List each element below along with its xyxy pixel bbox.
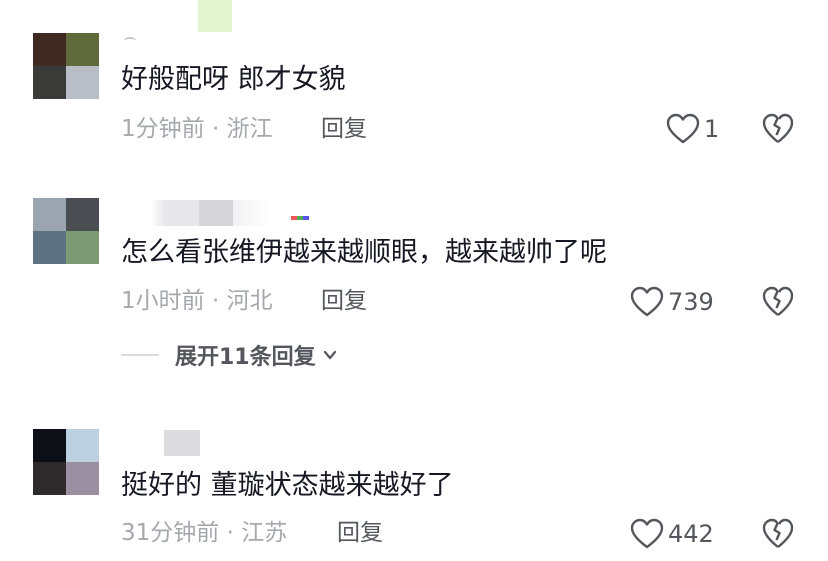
broken-heart-icon[interactable]: [762, 113, 794, 145]
comment-time: 31分钟前: [121, 520, 220, 546]
like-count: 442: [668, 520, 714, 548]
comment-meta: 1小时前 · 河北: [121, 286, 273, 316]
reply-button[interactable]: 回复: [321, 286, 367, 316]
comment-text: 好般配呀 郎才女貌: [121, 64, 346, 95]
expand-replies-label: 展开11条回复: [175, 345, 316, 370]
meta-separator: ·: [211, 116, 220, 142]
reply-button[interactable]: 回复: [337, 518, 383, 548]
avatar[interactable]: [33, 198, 99, 264]
heart-outline-icon: [666, 113, 700, 144]
heart-outline-icon: [630, 286, 664, 317]
expand-divider: [121, 354, 159, 356]
comment-meta: 31分钟前 · 江苏: [121, 518, 287, 548]
like-button[interactable]: 1: [666, 112, 719, 146]
broken-heart-icon[interactable]: [762, 518, 794, 550]
like-count: 739: [668, 288, 714, 316]
meta-separator: ·: [211, 288, 220, 314]
comment-time: 1分钟前: [121, 116, 205, 142]
comment-text: 挺好的 董璇状态越来越好了: [121, 470, 454, 501]
comment-meta: 1分钟前 · 浙江: [121, 114, 273, 144]
comment-text: 怎么看张维伊越来越顺眼，越来越帅了呢: [121, 237, 607, 268]
heart-outline-icon: [630, 518, 664, 549]
comment-location: 河北: [226, 288, 273, 314]
expand-replies-button[interactable]: 展开11条回复: [121, 340, 338, 370]
chevron-down-icon: [323, 350, 336, 360]
username-blur: [121, 200, 271, 226]
username-blur: [164, 430, 200, 456]
like-count: 1: [704, 115, 720, 143]
broken-heart-icon[interactable]: [762, 286, 794, 318]
meta-separator: ·: [226, 520, 234, 546]
comment-location: 江苏: [241, 520, 288, 546]
badge-icon: [291, 216, 309, 220]
avatar[interactable]: [33, 33, 99, 99]
reply-button[interactable]: 回复: [321, 114, 367, 144]
like-button[interactable]: 739: [630, 285, 714, 319]
comment-time: 1小时前: [121, 288, 205, 314]
comment-location: 浙江: [226, 116, 273, 142]
avatar[interactable]: [33, 429, 99, 495]
previous-content-blur: [198, 0, 232, 32]
like-button[interactable]: 442: [630, 517, 714, 551]
previous-content-fragment: [124, 37, 136, 44]
